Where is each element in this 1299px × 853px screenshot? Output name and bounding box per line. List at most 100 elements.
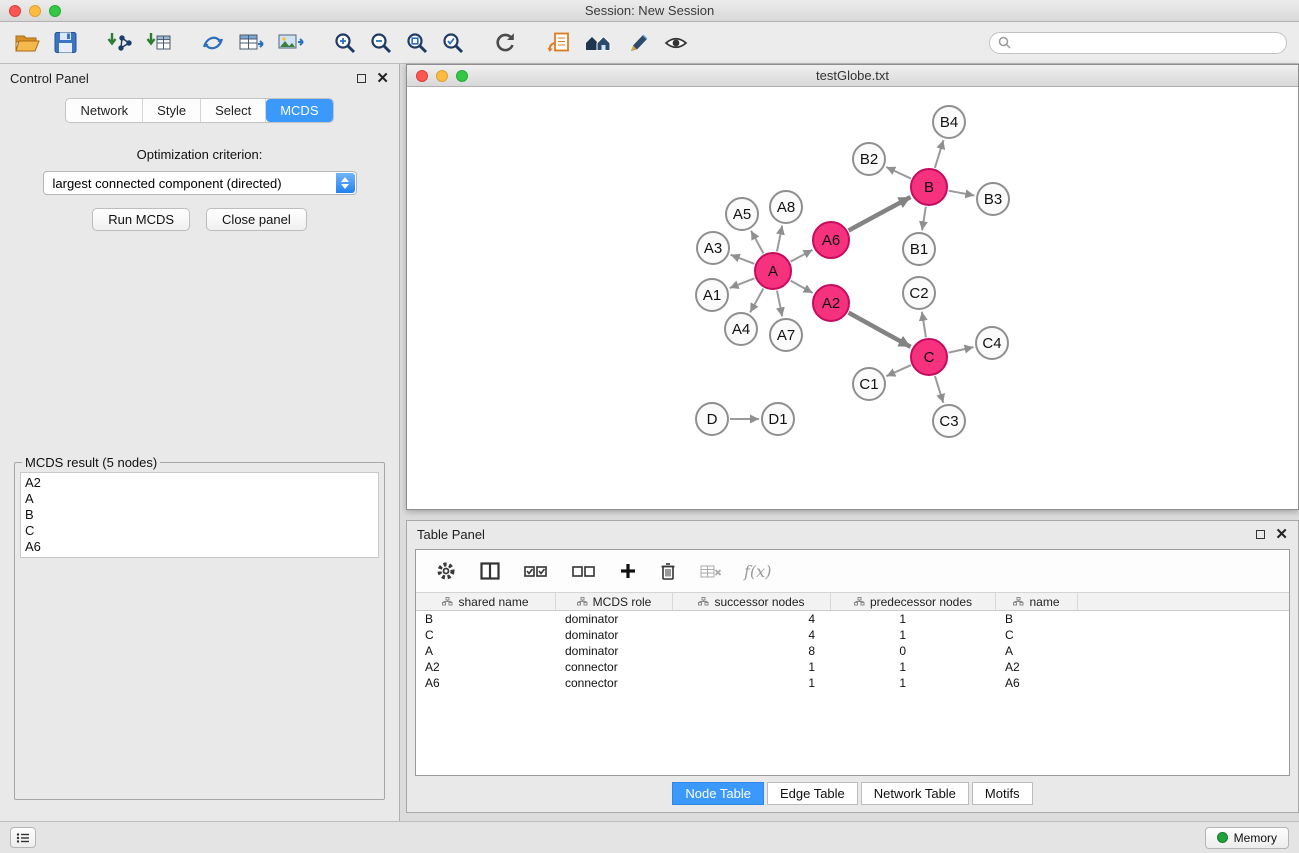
table-cell[interactable]: C (996, 627, 1078, 643)
table-cell[interactable]: 8 (673, 643, 831, 659)
table-cell[interactable]: A2 (996, 659, 1078, 675)
table-cell[interactable]: connector (556, 675, 673, 691)
control-tab-network[interactable]: Network (66, 99, 143, 122)
table-cell[interactable]: B (416, 611, 556, 627)
table-row[interactable]: Adominator80A (416, 643, 1289, 659)
close-table-panel-icon[interactable]: ✕ (1275, 530, 1288, 539)
table-tab-node-table[interactable]: Node Table (672, 782, 764, 805)
zoom-window-button[interactable] (49, 5, 61, 17)
edge-A-A5[interactable] (751, 231, 763, 254)
edge-B-B3[interactable] (949, 191, 975, 196)
edge-A-A4[interactable] (750, 289, 763, 313)
table-cell[interactable]: 1 (673, 659, 831, 675)
table-cell[interactable]: 1 (831, 627, 996, 643)
float-panel-icon[interactable] (357, 74, 366, 83)
save-session-button[interactable] (51, 29, 80, 56)
mcds-result-item[interactable]: A (25, 491, 374, 507)
graph-node-A2[interactable]: A2 (812, 284, 850, 322)
graph-node-C2[interactable]: C2 (902, 276, 936, 310)
import-network-button[interactable] (104, 29, 135, 56)
search-input[interactable] (1016, 36, 1278, 50)
control-tab-mcds[interactable]: MCDS (266, 99, 332, 122)
annotation-button[interactable] (624, 30, 654, 56)
table-row[interactable]: A6connector11A6 (416, 675, 1289, 691)
edge-C-C3[interactable] (935, 376, 943, 403)
titlebar[interactable]: Session: New Session (0, 0, 1299, 22)
graph-node-B[interactable]: B (910, 168, 948, 206)
edge-A-A8[interactable] (777, 226, 782, 252)
close-panel-icon[interactable]: ✕ (376, 74, 389, 83)
table-tab-edge-table[interactable]: Edge Table (767, 782, 858, 805)
table-row[interactable]: Bdominator41B (416, 611, 1289, 627)
graph-node-A4[interactable]: A4 (724, 312, 758, 346)
zoom-fit-button[interactable] (403, 29, 431, 57)
edge-A-A2[interactable] (791, 281, 813, 293)
mcds-result-item[interactable]: A2 (25, 475, 374, 491)
refresh-view-button[interactable] (491, 29, 520, 57)
table-tab-motifs[interactable]: Motifs (972, 782, 1033, 805)
table-cell[interactable]: 4 (673, 611, 831, 627)
edge-B-B2[interactable] (886, 167, 911, 179)
minimize-window-button[interactable] (29, 5, 41, 17)
table-cell[interactable]: 4 (673, 627, 831, 643)
table-cell[interactable]: A (416, 643, 556, 659)
edge-A-A3[interactable] (731, 255, 755, 264)
edge-C-C1[interactable] (886, 365, 910, 376)
edge-B-B4[interactable] (935, 140, 944, 168)
open-recent-file-button[interactable] (544, 29, 574, 56)
deselect-all-rows-button[interactable] (570, 562, 598, 581)
zoom-selected-button[interactable] (439, 29, 467, 57)
function-builder-icon[interactable]: f(x) (744, 562, 771, 581)
delete-column-button[interactable] (658, 560, 678, 582)
mcds-result-item[interactable]: A6 (25, 539, 374, 555)
home-button[interactable] (582, 30, 616, 56)
search-box[interactable] (989, 32, 1287, 54)
graph-node-A3[interactable]: A3 (696, 231, 730, 265)
mcds-result-item[interactable]: C (25, 523, 374, 539)
column-header-MCDS-role[interactable]: MCDS role (556, 593, 673, 610)
new-network-table-button[interactable] (236, 29, 267, 56)
network-canvas[interactable]: B4B2BB3A5A8A6B1A3AC2A1A2A4A7C4CC1C3DD1 (407, 87, 1298, 509)
show-columns-button[interactable] (478, 560, 502, 582)
column-header-predecessor-nodes[interactable]: predecessor nodes (831, 593, 996, 610)
zoom-out-button[interactable] (367, 29, 395, 57)
close-window-button[interactable] (9, 5, 21, 17)
table-cell[interactable]: A6 (996, 675, 1078, 691)
table-tab-network-table[interactable]: Network Table (861, 782, 969, 805)
select-all-rows-button[interactable] (522, 562, 550, 581)
graph-node-A5[interactable]: A5 (725, 197, 759, 231)
edge-B-B1[interactable] (922, 207, 926, 230)
table-cell[interactable]: connector (556, 659, 673, 675)
graph-node-D[interactable]: D (695, 402, 729, 436)
import-table-button[interactable] (143, 29, 174, 56)
edge-A2-C[interactable] (849, 313, 911, 347)
memory-button[interactable]: Memory (1205, 827, 1289, 849)
network-zoom-button[interactable] (456, 70, 468, 82)
graph-node-A6[interactable]: A6 (812, 221, 850, 259)
graph-node-C4[interactable]: C4 (975, 326, 1009, 360)
control-tab-select[interactable]: Select (201, 99, 266, 122)
edge-C-C4[interactable] (949, 347, 974, 353)
graph-node-A8[interactable]: A8 (769, 190, 803, 224)
table-cell[interactable]: C (416, 627, 556, 643)
column-header-name[interactable]: name (996, 593, 1078, 610)
network-minimize-button[interactable] (436, 70, 448, 82)
optimization-criterion-select[interactable]: largest connected component (directed) (43, 171, 357, 195)
edge-A-A6[interactable] (791, 250, 813, 262)
open-session-button[interactable] (12, 29, 43, 56)
graph-node-B4[interactable]: B4 (932, 105, 966, 139)
export-image-button[interactable] (275, 29, 307, 56)
show-hide-graphics-button[interactable] (662, 30, 690, 56)
column-header-shared-name[interactable]: shared name (416, 593, 556, 610)
graph-node-B2[interactable]: B2 (852, 142, 886, 176)
close-panel-button[interactable]: Close panel (206, 208, 307, 231)
edge-C-C2[interactable] (922, 312, 926, 337)
table-cell[interactable]: 0 (831, 643, 996, 659)
table-row[interactable]: A2connector11A2 (416, 659, 1289, 675)
mcds-result-item[interactable]: B (25, 507, 374, 523)
add-column-button[interactable] (618, 561, 638, 581)
network-close-button[interactable] (416, 70, 428, 82)
table-cell[interactable]: A2 (416, 659, 556, 675)
table-cell[interactable]: B (996, 611, 1078, 627)
edge-A-A1[interactable] (730, 278, 755, 288)
